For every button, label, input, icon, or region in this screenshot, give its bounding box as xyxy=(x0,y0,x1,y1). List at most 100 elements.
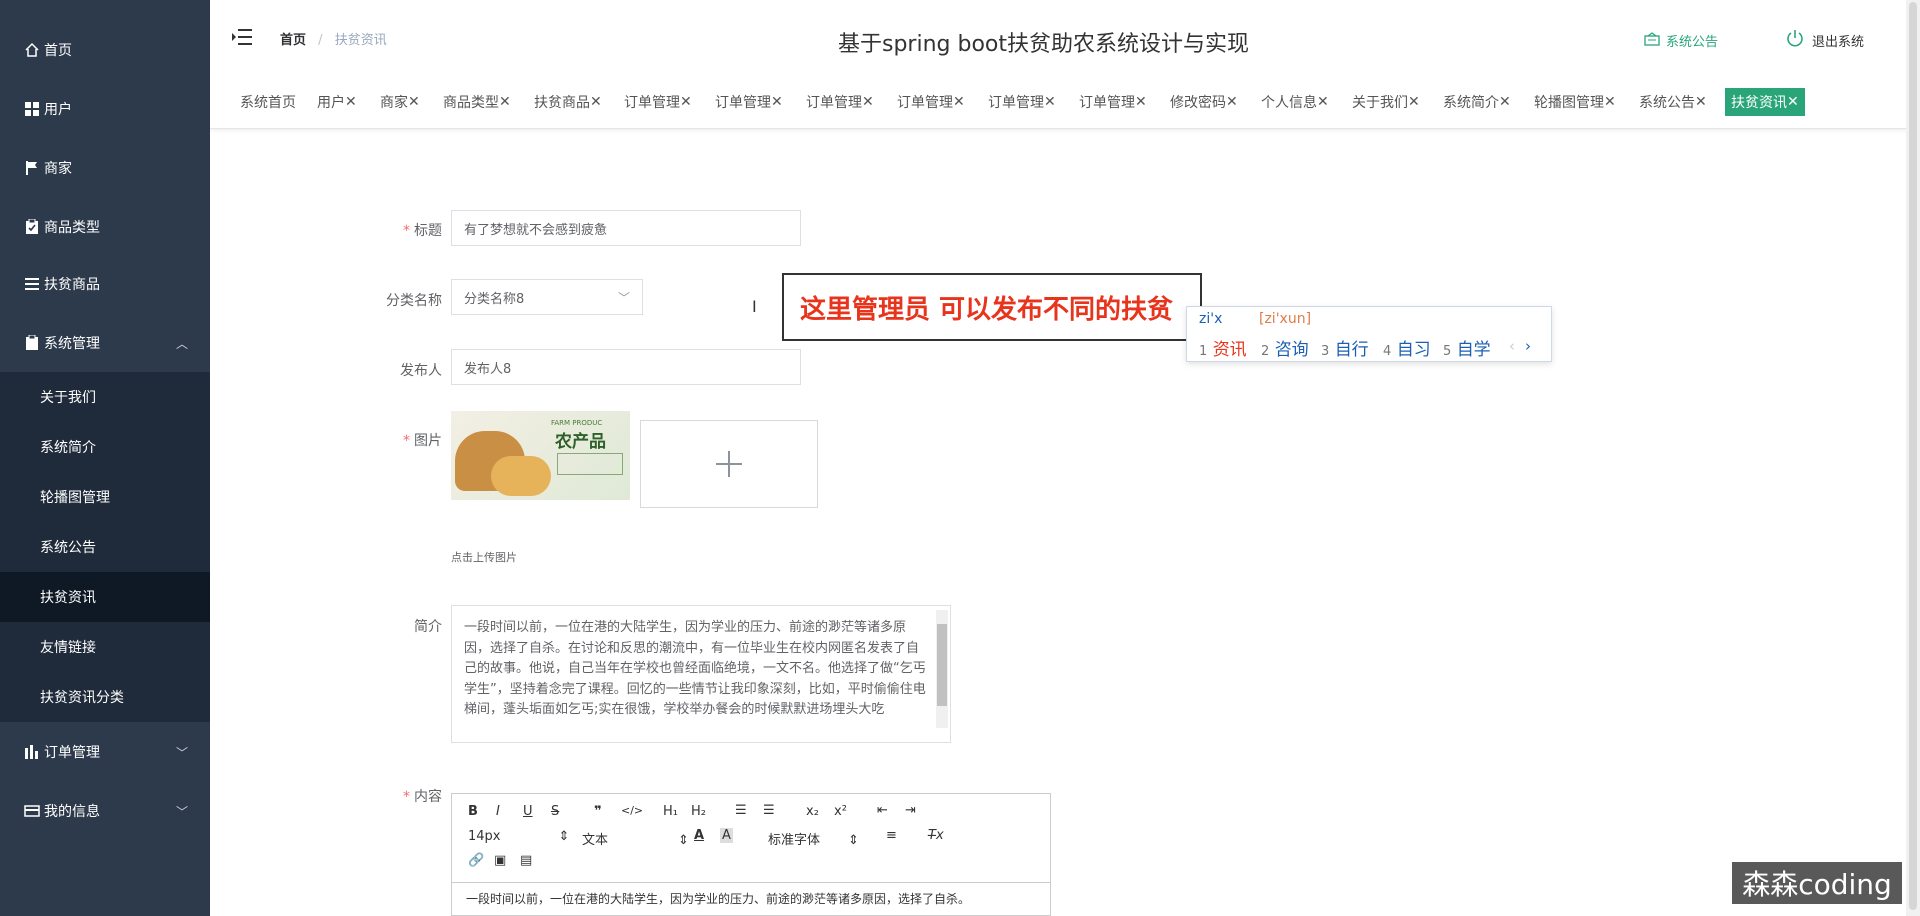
close-icon[interactable]: ✕ xyxy=(499,94,511,110)
close-icon[interactable]: ✕ xyxy=(590,94,602,110)
header: 首页 / 扶贫资讯 基于spring boot扶贫助农系统设计与实现 系统公告 … xyxy=(210,0,1920,80)
ordered-list-icon[interactable]: ☰ xyxy=(735,803,747,818)
close-icon[interactable]: ✕ xyxy=(1408,94,1420,110)
block-format-select[interactable]: 文本 ⇕ xyxy=(582,829,689,848)
strike-button[interactable]: S xyxy=(551,804,559,819)
font-size-select[interactable]: 14px ⇕ xyxy=(468,829,569,844)
tag-users[interactable]: 用户 ✕ xyxy=(317,88,357,116)
close-icon[interactable]: ✕ xyxy=(680,94,692,110)
tag-orders[interactable]: 订单管理 ✕ xyxy=(715,88,783,116)
tag-products[interactable]: 扶贫商品 ✕ xyxy=(534,88,602,116)
sidebar-item-system[interactable]: 系统管理 ︿ xyxy=(0,315,210,371)
close-icon[interactable]: ✕ xyxy=(1226,94,1238,110)
sidebar-subitem-about[interactable]: 关于我们 xyxy=(0,372,210,422)
tag-orders[interactable]: 订单管理 ✕ xyxy=(897,88,965,116)
breadcrumb-home[interactable]: 首页 xyxy=(280,33,306,48)
tag-carousel[interactable]: 轮播图管理 ✕ xyxy=(1534,88,1616,116)
video-icon[interactable]: ▤ xyxy=(520,853,532,868)
ime-prev-icon[interactable]: ‹ xyxy=(1509,337,1515,355)
sidebar-item-my-info[interactable]: 我的信息 ﹀ xyxy=(0,783,210,839)
logout-button[interactable]: 退出系统 xyxy=(1786,29,1864,51)
link-icon[interactable]: 🔗 xyxy=(468,853,484,868)
tag-change-password[interactable]: 修改密码 ✕ xyxy=(1170,88,1238,116)
quote-icon[interactable]: ❞ xyxy=(594,804,602,819)
italic-button[interactable]: I xyxy=(496,804,500,819)
sidebar-item-users[interactable]: 用户 xyxy=(0,81,210,137)
font-family-select[interactable]: 标准字体 ⇕ xyxy=(768,829,859,848)
superscript-button[interactable]: x² xyxy=(834,804,847,819)
close-icon[interactable]: ✕ xyxy=(1135,94,1147,110)
title-input[interactable]: 有了梦想就不会感到疲惫 xyxy=(451,210,801,246)
bullet-list-icon[interactable]: ☰ xyxy=(763,803,775,818)
tag-orders[interactable]: 订单管理 ✕ xyxy=(624,88,692,116)
close-icon[interactable]: ✕ xyxy=(1787,94,1799,110)
sidebar-item-label: 系统管理 xyxy=(44,336,100,352)
close-icon[interactable]: ✕ xyxy=(408,94,420,110)
ime-candidate[interactable]: 5 自学 xyxy=(1443,335,1491,360)
close-icon[interactable]: ✕ xyxy=(1695,94,1707,110)
tag-orders[interactable]: 订单管理 ✕ xyxy=(1079,88,1147,116)
category-select[interactable]: 分类名称8 ﹀ xyxy=(451,279,643,315)
ime-next-icon[interactable]: › xyxy=(1525,337,1531,355)
intro-textarea[interactable]: 一段时间以前，一位在港的大陆学生，因为学业的压力、前途的渺茫等诸多原因，选择了自… xyxy=(451,605,951,743)
tag-merchant[interactable]: 商家 ✕ xyxy=(380,88,420,116)
tag-personal-info[interactable]: 个人信息 ✕ xyxy=(1261,88,1329,116)
uploaded-image-thumbnail[interactable]: FARM PRODUC 农产品 xyxy=(451,411,630,500)
close-icon[interactable]: ✕ xyxy=(1317,94,1329,110)
ime-candidate[interactable]: 2 咨询 xyxy=(1261,335,1309,360)
notice-button[interactable]: 系统公告 xyxy=(1644,31,1718,50)
sidebar-item-orders[interactable]: 订单管理 ﹀ xyxy=(0,724,210,780)
close-icon[interactable]: ✕ xyxy=(771,94,783,110)
close-icon[interactable]: ✕ xyxy=(862,94,874,110)
heading2-button[interactable]: H₂ xyxy=(691,804,706,819)
sidebar-subitem-intro[interactable]: 系统简介 xyxy=(0,422,210,472)
breadcrumb-current: 扶贫资讯 xyxy=(334,33,387,48)
ime-candidate[interactable]: 1 资讯 xyxy=(1199,335,1247,360)
scrollbar[interactable] xyxy=(936,610,948,728)
sidebar-subitem-carousel[interactable]: 轮播图管理 xyxy=(0,472,210,522)
heading1-button[interactable]: H₁ xyxy=(663,804,678,819)
ime-candidate[interactable]: 4 自习 xyxy=(1383,335,1431,360)
upload-add-button[interactable] xyxy=(640,420,818,508)
sidebar-subitem-links[interactable]: 友情链接 xyxy=(0,622,210,672)
clipboard-icon xyxy=(24,335,40,351)
sidebar-item-merchant[interactable]: 商家 xyxy=(0,140,210,196)
sidebar-item-home[interactable]: 首页 xyxy=(0,22,210,78)
text-color-icon[interactable]: A xyxy=(694,828,704,843)
tag-product-type[interactable]: 商品类型 ✕ xyxy=(443,88,511,116)
underline-button[interactable]: U xyxy=(523,804,533,819)
code-icon[interactable]: </> xyxy=(621,804,643,817)
sidebar-item-product-type[interactable]: 商品类型 xyxy=(0,199,210,255)
tag-notice[interactable]: 系统公告 ✕ xyxy=(1639,88,1707,116)
close-icon[interactable]: ✕ xyxy=(1604,94,1616,110)
tag-about[interactable]: 关于我们 ✕ xyxy=(1352,88,1420,116)
tag-orders[interactable]: 订单管理 ✕ xyxy=(988,88,1056,116)
page-scrollbar[interactable] xyxy=(1906,0,1920,916)
tag-home[interactable]: 系统首页 xyxy=(240,88,296,116)
outdent-icon[interactable]: ⇤ xyxy=(877,803,888,818)
editor-toolbar: B I U S ❞ </> H₁ H₂ ☰ ☰ x₂ x² ⇤ ⇥ 14px ⇕ … xyxy=(452,794,1050,883)
indent-icon[interactable]: ⇥ xyxy=(905,803,916,818)
sidebar-subitem-news-category[interactable]: 扶贫资讯分类 xyxy=(0,672,210,722)
close-icon[interactable]: ✕ xyxy=(345,94,357,110)
tag-orders[interactable]: 订单管理 ✕ xyxy=(806,88,874,116)
sidebar-subitem-news[interactable]: 扶贫资讯 xyxy=(0,572,210,622)
align-icon[interactable]: ≡ xyxy=(886,828,897,843)
tag-news[interactable]: 扶贫资讯 ✕ xyxy=(1725,88,1805,116)
image-icon[interactable]: ▣ xyxy=(494,853,506,868)
editor-content[interactable]: 一段时间以前，一位在港的大陆学生，因为学业的压力、前途的渺茫等诸多原因，选择了自… xyxy=(452,882,1050,915)
close-icon[interactable]: ✕ xyxy=(1499,94,1511,110)
bold-button[interactable]: B xyxy=(468,804,478,819)
close-icon[interactable]: ✕ xyxy=(953,94,965,110)
chevron-up-icon: ︿ xyxy=(175,336,188,351)
publisher-input[interactable]: 发布人8 xyxy=(451,349,801,385)
clear-format-icon[interactable]: T̶x xyxy=(928,828,944,843)
tag-intro[interactable]: 系统简介 ✕ xyxy=(1443,88,1511,116)
sidebar-item-products[interactable]: 扶贫商品 xyxy=(0,256,210,312)
close-icon[interactable]: ✕ xyxy=(1044,94,1056,110)
background-color-icon[interactable]: A xyxy=(720,828,733,843)
ime-candidate[interactable]: 3 自行 xyxy=(1321,335,1369,360)
sidebar-subitem-notice[interactable]: 系统公告 xyxy=(0,522,210,572)
menu-toggle-icon[interactable] xyxy=(232,28,252,46)
subscript-button[interactable]: x₂ xyxy=(806,804,819,819)
